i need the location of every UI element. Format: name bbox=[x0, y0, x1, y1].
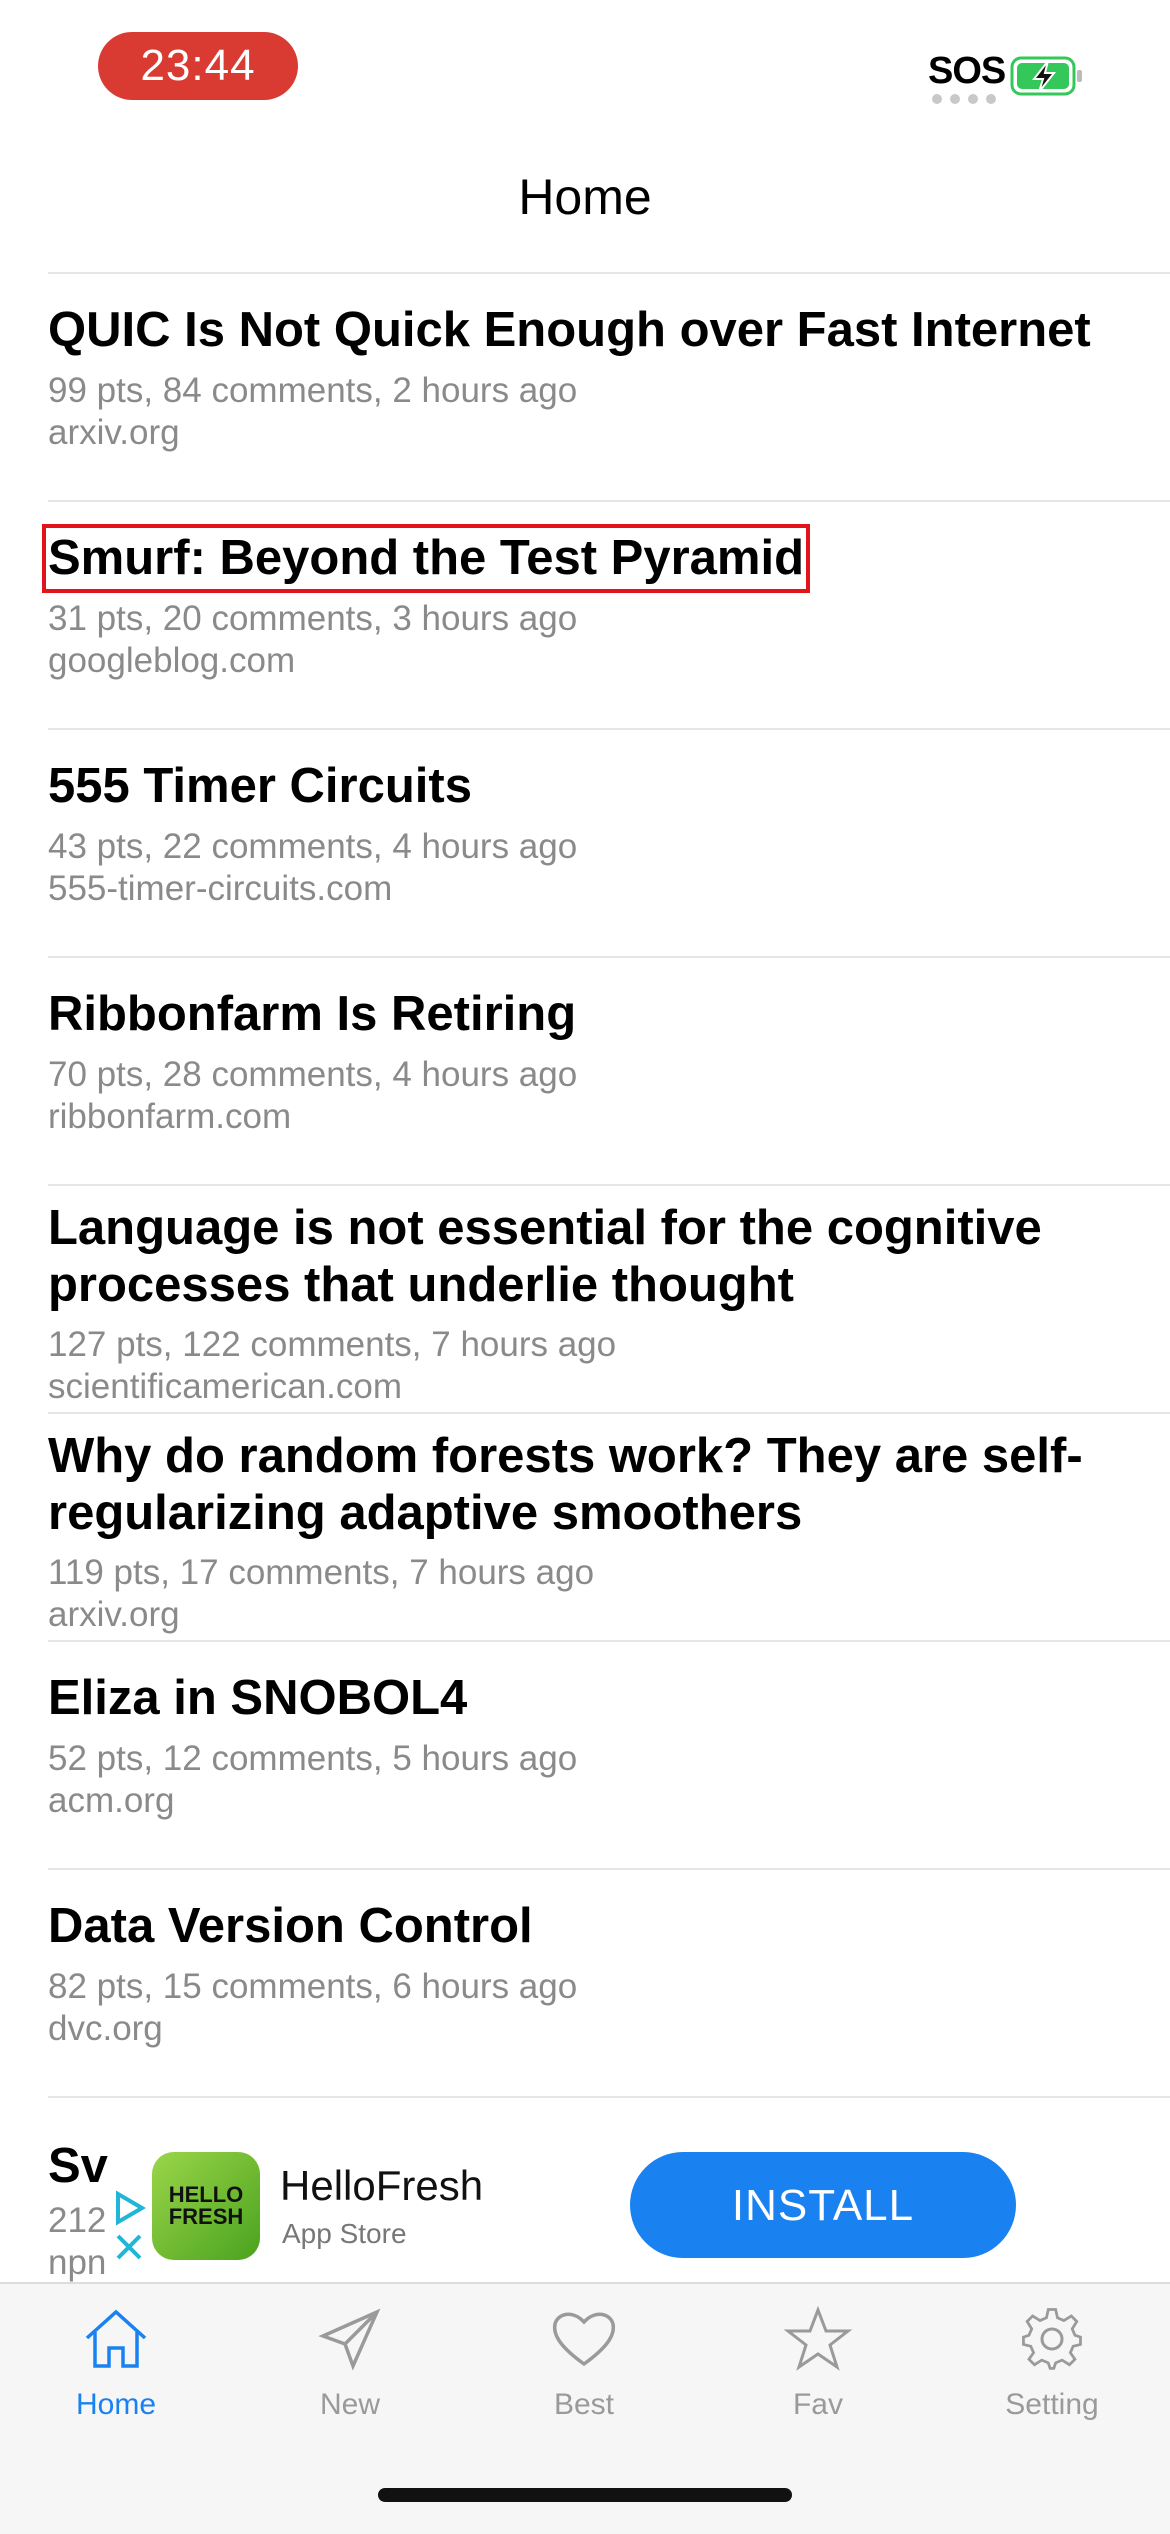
tab-new-label: New bbox=[319, 2388, 380, 2421]
story-meta: 127 pts, 122 comments, 7 hours ago bbox=[48, 1325, 617, 1364]
home-indicator[interactable] bbox=[378, 2488, 792, 2502]
story-row[interactable]: Ribbonfarm Is Retiring 70 pts, 28 commen… bbox=[48, 958, 1170, 1186]
story-title-wrap: Smurf: Beyond the Test Pyramid bbox=[41, 524, 1110, 593]
story-meta: 52 pts, 12 comments, 5 hours ago bbox=[48, 1739, 578, 1778]
story-row[interactable]: QUIC Is Not Quick Enough over Fast Inter… bbox=[48, 274, 1170, 502]
tab-fav[interactable]: Fav bbox=[738, 2304, 898, 2422]
hellofresh-app-icon[interactable]: HELLO FRESH bbox=[152, 2152, 260, 2260]
house-icon bbox=[85, 2309, 147, 2368]
tab-new[interactable]: New bbox=[270, 2304, 430, 2422]
story-domain: ribbonfarm.com bbox=[48, 1097, 292, 1136]
partial-story-meta: 212 npn bbox=[48, 2200, 108, 2284]
story-row[interactable]: Language is not essential for the cognit… bbox=[48, 1186, 1170, 1414]
story-domain: arxiv.org bbox=[48, 1595, 180, 1634]
story-title[interactable]: 555 Timer Circuits bbox=[48, 758, 1110, 815]
story-meta: 31 pts, 20 comments, 3 hours ago bbox=[48, 599, 578, 638]
story-title[interactable]: Eliza in SNOBOL4 bbox=[48, 1670, 1110, 1727]
story-domain: scientificamerican.com bbox=[48, 1367, 402, 1406]
ad-choices-icon[interactable] bbox=[110, 2188, 150, 2268]
partial-story-meta-line: 212 bbox=[48, 2201, 107, 2240]
story-row[interactable]: Why do random forests work? They are sel… bbox=[48, 1414, 1170, 1642]
story-title[interactable]: Why do random forests work? They are sel… bbox=[48, 1428, 1110, 1542]
ad-banner[interactable]: Sv 212 npn HELLO FRESH HelloFresh App St… bbox=[0, 2118, 1170, 2282]
page-title: Home bbox=[518, 169, 652, 225]
story-domain: acm.org bbox=[48, 1781, 175, 1820]
story-title[interactable]: Language is not essential for the cognit… bbox=[48, 1200, 1110, 1314]
signal-dots bbox=[932, 94, 996, 104]
install-button[interactable]: INSTALL bbox=[630, 2152, 1016, 2258]
status-time: 23:44 bbox=[98, 32, 298, 100]
story-meta: 99 pts, 84 comments, 2 hours ago bbox=[48, 371, 578, 410]
story-row[interactable]: 555 Timer Circuits 43 pts, 22 comments, … bbox=[48, 730, 1170, 958]
story-meta: 70 pts, 28 comments, 4 hours ago bbox=[48, 1055, 578, 1094]
tab-best[interactable]: Best bbox=[504, 2304, 664, 2422]
battery-charging-icon bbox=[1010, 56, 1082, 96]
tab-setting[interactable]: Setting bbox=[972, 2304, 1132, 2422]
tab-best-label: Best bbox=[553, 2388, 615, 2421]
status-bar: 23:44 SOS bbox=[0, 0, 1170, 140]
star-icon bbox=[783, 2305, 853, 2371]
story-domain: arxiv.org bbox=[48, 413, 180, 452]
partial-story-domain: npn bbox=[48, 2243, 107, 2282]
story-row[interactable]: Eliza in SNOBOL4 52 pts, 12 comments, 5 … bbox=[48, 1642, 1170, 1870]
story-title[interactable]: Ribbonfarm Is Retiring bbox=[48, 986, 1110, 1043]
ad-store-label: App Store bbox=[282, 2218, 407, 2249]
story-meta: 119 pts, 17 comments, 7 hours ago bbox=[48, 1553, 595, 1592]
story-title[interactable]: Data Version Control bbox=[48, 1898, 1110, 1955]
tab-home[interactable]: Home bbox=[36, 2304, 196, 2422]
story-domain: googleblog.com bbox=[48, 641, 296, 680]
tab-home-label: Home bbox=[75, 2388, 157, 2421]
story-title[interactable]: QUIC Is Not Quick Enough over Fast Inter… bbox=[48, 302, 1110, 359]
heart-icon bbox=[552, 2312, 616, 2367]
gear-icon bbox=[1022, 2308, 1082, 2370]
story-meta: 43 pts, 22 comments, 4 hours ago bbox=[48, 827, 578, 866]
ad-app-name: HelloFresh bbox=[280, 2162, 484, 2209]
tab-fav-label: Fav bbox=[792, 2388, 843, 2421]
paper-plane-icon bbox=[318, 2308, 381, 2371]
sos-indicator: SOS bbox=[928, 50, 1006, 92]
story-row[interactable]: Data Version Control 82 pts, 15 comments… bbox=[48, 1870, 1170, 2098]
story-title-highlighted[interactable]: Smurf: Beyond the Test Pyramid bbox=[41, 524, 811, 593]
story-row[interactable]: Smurf: Beyond the Test Pyramid 31 pts, 2… bbox=[41, 502, 1170, 730]
story-list: QUIC Is Not Quick Enough over Fast Inter… bbox=[0, 274, 1170, 2098]
story-meta: 82 pts, 15 comments, 6 hours ago bbox=[48, 1967, 578, 2006]
story-domain: dvc.org bbox=[48, 2009, 163, 2048]
tab-setting-label: Setting bbox=[1005, 2388, 1099, 2421]
story-domain: 555-timer-circuits.com bbox=[48, 869, 393, 908]
partial-story-title[interactable]: Sv bbox=[48, 2138, 108, 2194]
